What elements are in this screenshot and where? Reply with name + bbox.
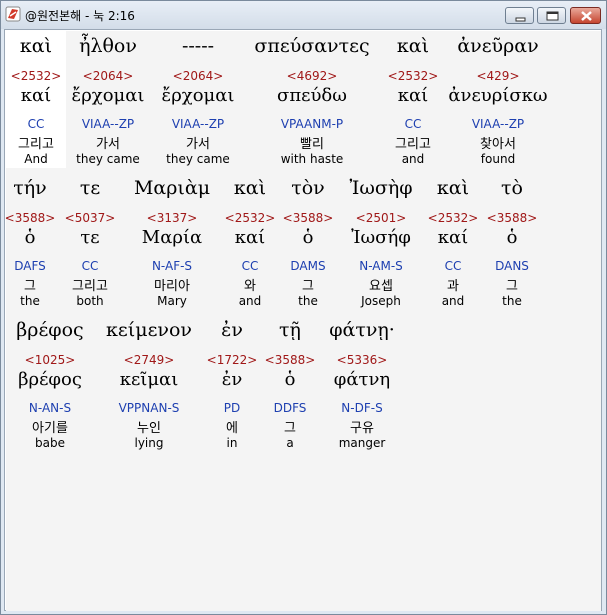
app-window: @원전본해 - 눅 2:16 καὶ <2532> καί CC 그리고 And… [0,0,607,615]
close-button[interactable] [570,7,601,24]
greek-word: ἀνεῦραν [457,35,539,57]
korean-gloss: 빨리 [300,137,324,152]
greek-word: Μαριὰμ [133,177,211,199]
korean-gloss: 가서 [96,137,120,152]
lemma: τε [80,227,100,248]
morphology-code[interactable]: VIAA--ZP [153,117,243,131]
morphology-code[interactable]: VIAA--ZP [443,117,553,131]
strong-number[interactable]: <2064> [63,69,153,83]
english-gloss: with haste [280,152,344,166]
english-gloss: they came [76,152,140,166]
interlinear-view[interactable]: καὶ <2532> καί CC 그리고 And ἦλθον <2064> ἔ… [4,29,602,611]
english-gloss: manger [338,436,386,450]
greek-word: τὸ [501,177,523,199]
greek-word: κείμενον [106,319,192,341]
english-gloss: lying [134,436,164,450]
app-icon [5,6,21,22]
strong-number[interactable]: <5336> [317,353,407,367]
lemma: φάτνη [333,369,391,390]
strong-number[interactable]: <2064> [153,69,243,83]
korean-gloss: 그 [506,279,518,294]
lemma: ἀνευρίσκω [448,85,548,106]
strong-number[interactable]: <4692> [252,69,372,83]
minimize-button[interactable] [505,7,534,24]
minimize-icon [515,17,526,22]
strong-number[interactable]: <2749> [99,353,199,367]
strong-number[interactable]: <5037> [45,211,135,225]
english-gloss: Mary [157,294,187,308]
greek-word: βρέφος [16,319,84,341]
korean-gloss: 아기를 [32,421,68,436]
lemma: ὁ [506,227,518,248]
lemma: Μαρία [141,227,203,248]
morphology-code[interactable]: DANS [467,259,557,273]
morphology-code[interactable]: N-DF-S [317,401,407,415]
lemma: ἔρχομαι [161,85,235,106]
lemma: κεῖμαι [119,369,179,390]
english-gloss: they came [166,152,230,166]
strong-number[interactable]: <3137> [127,211,217,225]
korean-gloss: 그리고 [72,279,108,294]
morphology-code[interactable]: CC [45,259,135,273]
morphology-code[interactable]: VIAA--ZP [63,117,153,131]
korean-gloss: 가서 [186,137,210,152]
strong-number[interactable]: <3588> [467,211,557,225]
morphology-code[interactable]: VPAANM-P [252,117,372,131]
lemma: ἔρχομαι [71,85,145,106]
english-gloss: babe [35,436,65,450]
greek-word: ἦλθον [79,35,137,57]
korean-gloss: 찾아서 [480,137,516,152]
greek-word: ----- [181,35,215,57]
strong-number[interactable]: <1025> [5,353,95,367]
english-gloss: both [76,294,104,308]
korean-gloss: 구유 [350,421,374,436]
strong-number[interactable]: <429> [443,69,553,83]
maximize-button[interactable] [537,7,566,24]
morphology-code[interactable]: N-AN-S [5,401,95,415]
maximize-icon [546,11,559,21]
greek-word: σπεύσαντες [254,35,370,57]
morphology-code[interactable]: N-AF-S [127,259,217,273]
morphology-code[interactable]: VPPNAN-S [99,401,199,415]
title-bar[interactable]: @원전본해 - 눅 2:16 [1,1,606,29]
greek-word: φάτνῃ· [329,319,395,341]
lemma: βρέφος [18,369,82,390]
korean-gloss: 마리아 [154,279,190,294]
close-icon [581,11,592,21]
greek-word: τε [79,177,101,199]
english-gloss: the [502,294,522,308]
english-gloss: found [480,152,516,166]
window-title: @원전본해 - 눅 2:16 [25,9,135,23]
lemma: σπεύδω [277,85,347,106]
korean-gloss: 누인 [137,421,161,436]
